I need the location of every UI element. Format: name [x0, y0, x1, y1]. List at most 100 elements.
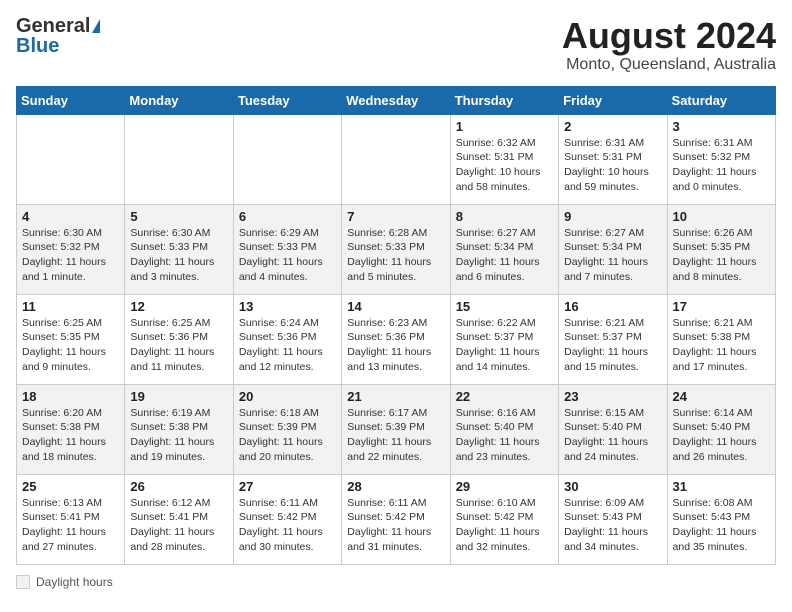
daylight-label: Daylight hours — [36, 575, 113, 589]
day-info: Sunrise: 6:31 AM Sunset: 5:31 PM Dayligh… — [564, 136, 661, 195]
calendar-cell: 24 Sunrise: 6:14 AM Sunset: 5:40 PM Dayli… — [667, 384, 775, 474]
calendar-cell: 13 Sunrise: 6:24 AM Sunset: 5:36 PM Dayli… — [233, 294, 341, 384]
day-info: Sunrise: 6:14 AM Sunset: 5:40 PM Dayligh… — [673, 406, 770, 465]
calendar-cell: 12 Sunrise: 6:25 AM Sunset: 5:36 PM Dayli… — [125, 294, 233, 384]
day-number: 27 — [239, 479, 336, 494]
day-number: 4 — [22, 209, 119, 224]
day-info: Sunrise: 6:21 AM Sunset: 5:38 PM Dayligh… — [673, 316, 770, 375]
day-number: 30 — [564, 479, 661, 494]
day-info: Sunrise: 6:29 AM Sunset: 5:33 PM Dayligh… — [239, 226, 336, 285]
calendar-cell: 20 Sunrise: 6:18 AM Sunset: 5:39 PM Dayli… — [233, 384, 341, 474]
day-info: Sunrise: 6:31 AM Sunset: 5:32 PM Dayligh… — [673, 136, 770, 195]
day-info: Sunrise: 6:15 AM Sunset: 5:40 PM Dayligh… — [564, 406, 661, 465]
calendar-cell: 27 Sunrise: 6:11 AM Sunset: 5:42 PM Dayli… — [233, 474, 341, 564]
day-number: 17 — [673, 299, 770, 314]
day-number: 20 — [239, 389, 336, 404]
day-number: 8 — [456, 209, 553, 224]
day-number: 3 — [673, 119, 770, 134]
day-number: 26 — [130, 479, 227, 494]
day-number: 23 — [564, 389, 661, 404]
calendar-week-row: 18 Sunrise: 6:20 AM Sunset: 5:38 PM Dayli… — [17, 384, 776, 474]
day-number: 18 — [22, 389, 119, 404]
calendar-day-header: Sunday — [17, 86, 125, 114]
calendar-cell: 17 Sunrise: 6:21 AM Sunset: 5:38 PM Dayli… — [667, 294, 775, 384]
calendar-cell — [342, 114, 450, 204]
day-info: Sunrise: 6:11 AM Sunset: 5:42 PM Dayligh… — [347, 496, 444, 555]
day-info: Sunrise: 6:23 AM Sunset: 5:36 PM Dayligh… — [347, 316, 444, 375]
day-info: Sunrise: 6:19 AM Sunset: 5:38 PM Dayligh… — [130, 406, 227, 465]
calendar-cell: 31 Sunrise: 6:08 AM Sunset: 5:43 PM Dayli… — [667, 474, 775, 564]
day-info: Sunrise: 6:27 AM Sunset: 5:34 PM Dayligh… — [564, 226, 661, 285]
day-number: 31 — [673, 479, 770, 494]
day-info: Sunrise: 6:24 AM Sunset: 5:36 PM Dayligh… — [239, 316, 336, 375]
day-number: 24 — [673, 389, 770, 404]
calendar-cell: 18 Sunrise: 6:20 AM Sunset: 5:38 PM Dayli… — [17, 384, 125, 474]
logo-triangle-icon — [92, 19, 100, 33]
day-info: Sunrise: 6:12 AM Sunset: 5:41 PM Dayligh… — [130, 496, 227, 555]
day-info: Sunrise: 6:20 AM Sunset: 5:38 PM Dayligh… — [22, 406, 119, 465]
footer: Daylight hours — [16, 575, 776, 589]
calendar-cell: 14 Sunrise: 6:23 AM Sunset: 5:36 PM Dayli… — [342, 294, 450, 384]
calendar-week-row: 25Sunrise: 6:13 AM Sunset: 5:41 PM Dayli… — [17, 474, 776, 564]
day-info: Sunrise: 6:18 AM Sunset: 5:39 PM Dayligh… — [239, 406, 336, 465]
calendar-week-row: 4Sunrise: 6:30 AM Sunset: 5:32 PM Daylig… — [17, 204, 776, 294]
calendar-day-header: Saturday — [667, 86, 775, 114]
calendar-cell — [125, 114, 233, 204]
calendar-cell — [233, 114, 341, 204]
day-number: 29 — [456, 479, 553, 494]
calendar-cell: 26 Sunrise: 6:12 AM Sunset: 5:41 PM Dayli… — [125, 474, 233, 564]
day-info: Sunrise: 6:11 AM Sunset: 5:42 PM Dayligh… — [239, 496, 336, 555]
calendar-day-header: Wednesday — [342, 86, 450, 114]
calendar-table: SundayMondayTuesdayWednesdayThursdayFrid… — [16, 86, 776, 565]
logo-general-text: General — [16, 16, 90, 36]
day-number: 14 — [347, 299, 444, 314]
calendar-cell: 3 Sunrise: 6:31 AM Sunset: 5:32 PM Daylig… — [667, 114, 775, 204]
day-number: 16 — [564, 299, 661, 314]
day-number: 13 — [239, 299, 336, 314]
calendar-week-row: 1Sunrise: 6:32 AM Sunset: 5:31 PM Daylig… — [17, 114, 776, 204]
day-info: Sunrise: 6:32 AM Sunset: 5:31 PM Dayligh… — [456, 136, 553, 195]
day-number: 19 — [130, 389, 227, 404]
calendar-cell: 16 Sunrise: 6:21 AM Sunset: 5:37 PM Dayli… — [559, 294, 667, 384]
calendar-cell: 28Sunrise: 6:11 AM Sunset: 5:42 PM Dayli… — [342, 474, 450, 564]
day-info: Sunrise: 6:26 AM Sunset: 5:35 PM Dayligh… — [673, 226, 770, 285]
day-number: 10 — [673, 209, 770, 224]
logo: General Blue — [16, 16, 100, 56]
day-number: 21 — [347, 389, 444, 404]
calendar-cell: 15Sunrise: 6:22 AM Sunset: 5:37 PM Dayli… — [450, 294, 558, 384]
day-info: Sunrise: 6:09 AM Sunset: 5:43 PM Dayligh… — [564, 496, 661, 555]
calendar-cell: 2 Sunrise: 6:31 AM Sunset: 5:31 PM Daylig… — [559, 114, 667, 204]
calendar-day-header: Friday — [559, 86, 667, 114]
day-info: Sunrise: 6:08 AM Sunset: 5:43 PM Dayligh… — [673, 496, 770, 555]
page-header: General Blue August 2024 Monto, Queensla… — [16, 16, 776, 74]
calendar-day-header: Tuesday — [233, 86, 341, 114]
calendar-cell: 21 Sunrise: 6:17 AM Sunset: 5:39 PM Dayli… — [342, 384, 450, 474]
daylight-swatch — [16, 575, 30, 589]
calendar-cell: 19 Sunrise: 6:19 AM Sunset: 5:38 PM Dayli… — [125, 384, 233, 474]
day-info: Sunrise: 6:16 AM Sunset: 5:40 PM Dayligh… — [456, 406, 553, 465]
day-number: 5 — [130, 209, 227, 224]
day-number: 15 — [456, 299, 553, 314]
day-info: Sunrise: 6:27 AM Sunset: 5:34 PM Dayligh… — [456, 226, 553, 285]
calendar-cell: 7Sunrise: 6:28 AM Sunset: 5:33 PM Daylig… — [342, 204, 450, 294]
calendar-cell — [17, 114, 125, 204]
calendar-cell: 4Sunrise: 6:30 AM Sunset: 5:32 PM Daylig… — [17, 204, 125, 294]
calendar-day-header: Monday — [125, 86, 233, 114]
day-info: Sunrise: 6:17 AM Sunset: 5:39 PM Dayligh… — [347, 406, 444, 465]
calendar-cell: 8 Sunrise: 6:27 AM Sunset: 5:34 PM Daylig… — [450, 204, 558, 294]
calendar-cell: 22Sunrise: 6:16 AM Sunset: 5:40 PM Dayli… — [450, 384, 558, 474]
calendar-day-header: Thursday — [450, 86, 558, 114]
calendar-cell: 10 Sunrise: 6:26 AM Sunset: 5:35 PM Dayli… — [667, 204, 775, 294]
day-info: Sunrise: 6:21 AM Sunset: 5:37 PM Dayligh… — [564, 316, 661, 375]
day-info: Sunrise: 6:10 AM Sunset: 5:42 PM Dayligh… — [456, 496, 553, 555]
day-number: 25 — [22, 479, 119, 494]
calendar-cell: 6Sunrise: 6:29 AM Sunset: 5:33 PM Daylig… — [233, 204, 341, 294]
day-number: 12 — [130, 299, 227, 314]
calendar-cell: 5Sunrise: 6:30 AM Sunset: 5:33 PM Daylig… — [125, 204, 233, 294]
day-number: 2 — [564, 119, 661, 134]
calendar-week-row: 11Sunrise: 6:25 AM Sunset: 5:35 PM Dayli… — [17, 294, 776, 384]
day-info: Sunrise: 6:25 AM Sunset: 5:36 PM Dayligh… — [130, 316, 227, 375]
day-info: Sunrise: 6:28 AM Sunset: 5:33 PM Dayligh… — [347, 226, 444, 285]
day-number: 11 — [22, 299, 119, 314]
day-number: 9 — [564, 209, 661, 224]
